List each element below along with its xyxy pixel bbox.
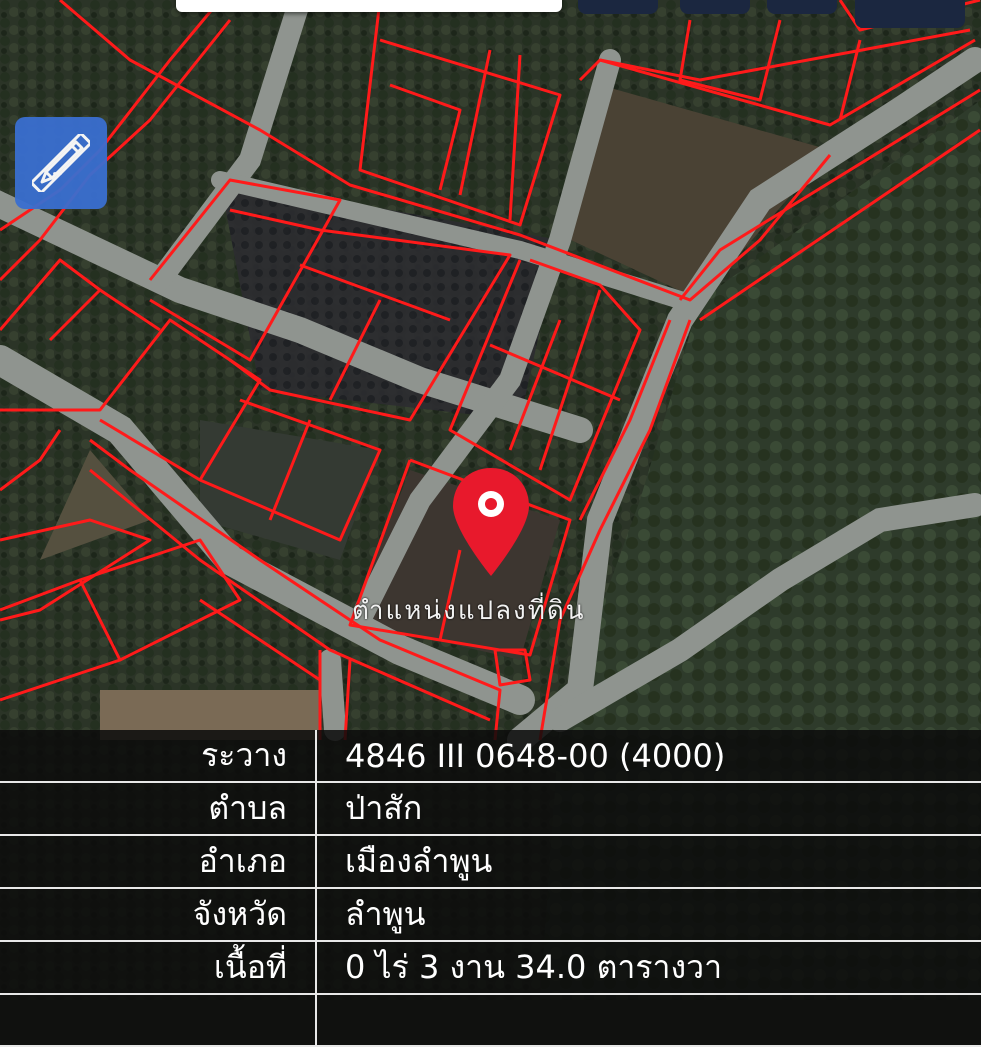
row-label-subdistrict: ตำบล (0, 782, 317, 836)
row-label-cutoff (0, 994, 317, 1047)
row-label-district: อำเภอ (0, 835, 317, 889)
table-row: ตำบล ป่าสัก (0, 782, 981, 836)
row-label-sheet: ระวาง (0, 730, 317, 783)
row-label-area: เนื้อที่ (0, 941, 317, 995)
layer-toggle-button[interactable] (680, 0, 750, 14)
pin-label: ตำแหน่งแปลงที่ดิน (352, 596, 586, 626)
measure-tool-button[interactable] (15, 117, 107, 209)
search-bar[interactable] (176, 0, 562, 12)
top-control-button[interactable] (578, 0, 658, 14)
row-value-cutoff (316, 994, 981, 1047)
row-value-area: 0 ไร่ 3 งาน 34.0 ตารางวา (316, 941, 981, 995)
road (319, 649, 346, 741)
row-label-province: จังหวัด (0, 888, 317, 942)
map-control-button[interactable] (767, 0, 837, 14)
row-value-province: ลำพูน (316, 888, 981, 942)
parcel-info-table: ระวาง 4846 III 0648-00 (4000) ตำบล ป่าสั… (0, 730, 981, 1047)
table-row (0, 994, 981, 1047)
pencil-ruler-icon (32, 134, 90, 192)
menu-panel[interactable] (855, 0, 965, 28)
row-value-sheet: 4846 III 0648-00 (4000) (316, 730, 981, 783)
table-row: อำเภอ เมืองลำพูน (0, 835, 981, 889)
table-row: เนื้อที่ 0 ไร่ 3 งาน 34.0 ตารางวา (0, 941, 981, 995)
table-row: ระวาง 4846 III 0648-00 (4000) (0, 730, 981, 783)
table-row: จังหวัด ลำพูน (0, 888, 981, 942)
row-value-district: เมืองลำพูน (316, 835, 981, 889)
map-pin-icon[interactable] (451, 466, 531, 578)
row-value-subdistrict: ป่าสัก (316, 782, 981, 836)
